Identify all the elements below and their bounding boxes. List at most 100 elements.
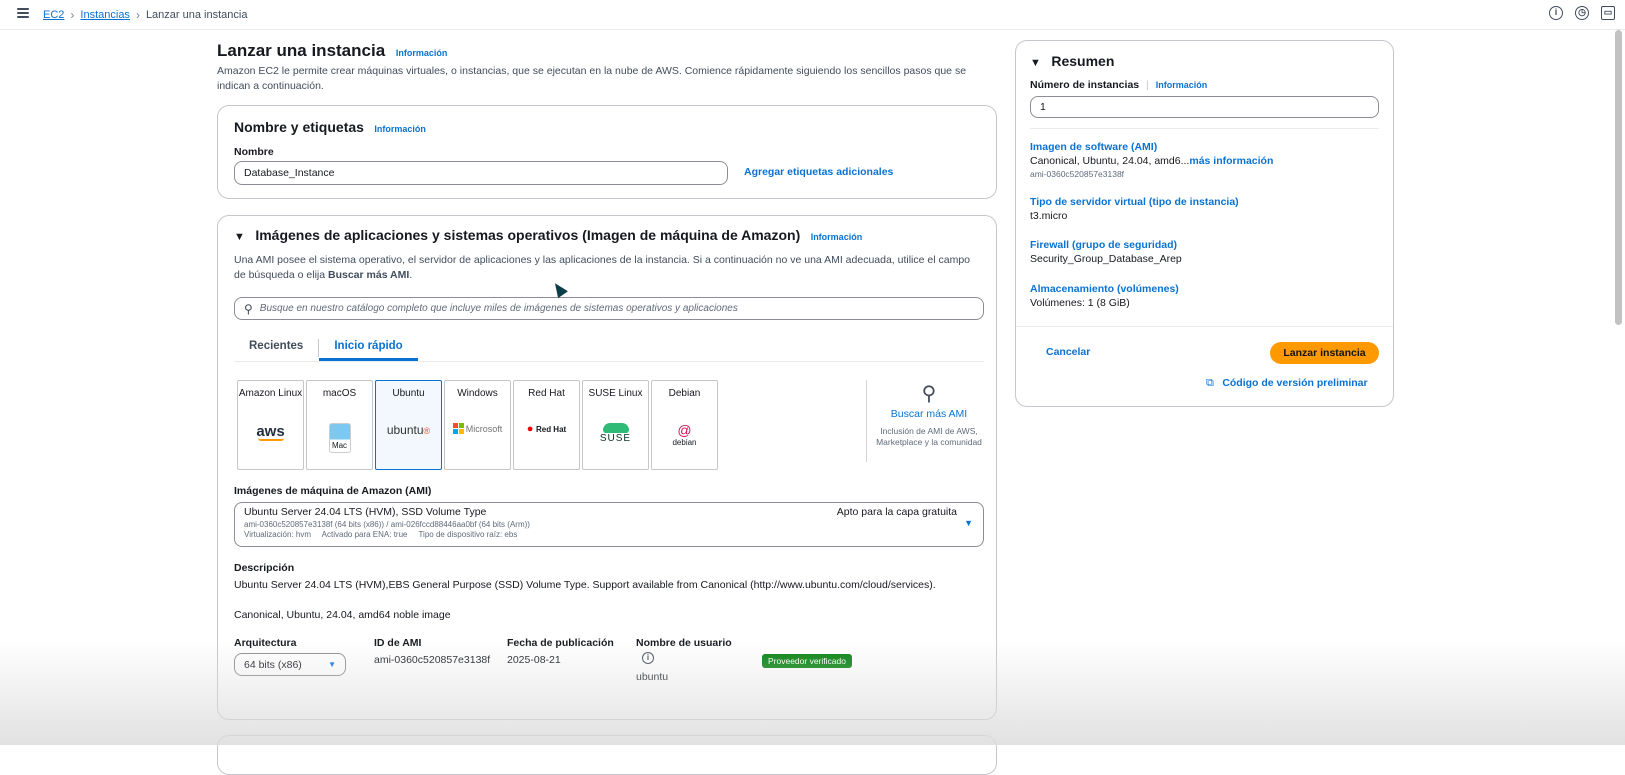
summary-ami-label[interactable]: Imagen de software (AMI) bbox=[1030, 141, 1385, 153]
info-link[interactable]: Información bbox=[811, 232, 863, 242]
chevron-right-icon: › bbox=[135, 8, 140, 22]
name-tags-card: Nombre y etiquetas Información Nombre Da… bbox=[217, 105, 997, 199]
username-value: ubuntu bbox=[636, 671, 669, 683]
screen-icon[interactable]: ▭ bbox=[1601, 6, 1615, 20]
summary-type-label[interactable]: Tipo de servidor virtual (tipo de instan… bbox=[1030, 196, 1239, 208]
instances-label-row: Número de instancias | Información bbox=[1030, 79, 1208, 91]
divider bbox=[866, 380, 867, 462]
instances-label: Número de instancias bbox=[1030, 79, 1140, 91]
breadcrumb: EC2 › Instancias › Lanzar una instancia bbox=[43, 8, 247, 22]
summary-ami-value: Canonical, Ubuntu, 24.04, amd6... bbox=[1030, 155, 1190, 167]
os-name: macOS bbox=[322, 388, 357, 399]
ami-meta: Virtualización: hvm Activado para ENA: t… bbox=[244, 530, 518, 539]
browse-more-ami[interactable]: ⚲ Buscar más AMI Inclusión de AMI de AWS… bbox=[874, 384, 984, 448]
breadcrumb-instances[interactable]: Instancias bbox=[80, 9, 130, 21]
os-tile-debian[interactable]: Debian @ debian bbox=[651, 380, 718, 470]
architecture-label: Arquitectura bbox=[234, 637, 297, 649]
description-label: Descripción bbox=[234, 562, 295, 574]
more-info-link[interactable]: más información bbox=[1189, 155, 1273, 167]
page-title: Lanzar una instancia Información bbox=[217, 41, 447, 61]
os-tile-macos[interactable]: macOS Mac bbox=[306, 380, 373, 470]
divider bbox=[1016, 326, 1393, 327]
info-icon[interactable]: i bbox=[1549, 6, 1563, 20]
cancel-button[interactable]: Cancelar bbox=[1046, 346, 1090, 358]
mac-logo-icon: Mac bbox=[307, 423, 372, 453]
ami-id-label: ID de AMI bbox=[374, 637, 422, 649]
ami-ids: ami-0360c520857e3138f (64 bits (x86)) / … bbox=[244, 520, 530, 529]
os-name: Debian bbox=[668, 388, 701, 399]
page-title-text: Lanzar una instancia bbox=[217, 41, 386, 60]
ami-title: Imágenes de aplicaciones y sistemas oper… bbox=[255, 227, 801, 243]
summary-ami-id: ami-0360c520857e3138f bbox=[1030, 169, 1125, 179]
summary-panel: ▼ Resumen Número de instancias | Informa… bbox=[1015, 40, 1394, 407]
summary-storage-value: Volúmenes: 1 (8 GiB) bbox=[1030, 297, 1130, 309]
os-name: Red Hat bbox=[528, 388, 565, 399]
os-name: Ubuntu bbox=[392, 388, 425, 399]
browse-more-desc: Inclusión de AMI de AWS, Marketplace y l… bbox=[876, 426, 982, 447]
summary-firewall-value: Security_Group_Database_Arep bbox=[1030, 253, 1182, 265]
suse-logo-icon: SUSE bbox=[583, 423, 648, 444]
os-tile-suse[interactable]: SUSE Linux SUSE bbox=[582, 380, 649, 470]
aws-logo-icon: aws bbox=[238, 423, 303, 441]
description-text: Ubuntu Server 24.04 LTS (HVM),EBS Genera… bbox=[234, 579, 936, 591]
preview-code-link[interactable]: ⧉ Código de versión preliminar bbox=[1206, 373, 1368, 391]
chevron-right-icon: › bbox=[70, 8, 75, 22]
ami-description: Una AMI posee el sistema operativo, el s… bbox=[234, 253, 984, 283]
breadcrumb-current: Lanzar una instancia bbox=[145, 9, 248, 21]
instances-input[interactable]: 1 bbox=[1030, 96, 1379, 118]
search-icon: ⚲ bbox=[921, 383, 937, 405]
tab-recientes[interactable]: Recientes bbox=[234, 334, 318, 361]
info-link[interactable]: Información bbox=[374, 124, 426, 134]
ami-tabs: Recientes Inicio rápido bbox=[234, 334, 984, 362]
info-icon[interactable]: i bbox=[642, 652, 654, 664]
architecture-value: 64 bits (x86) bbox=[244, 658, 302, 671]
os-name: SUSE Linux bbox=[588, 388, 643, 399]
description-text-2: Canonical, Ubuntu, 24.04, amd64 noble im… bbox=[234, 609, 451, 621]
os-logo-text: Red Hat bbox=[535, 425, 567, 434]
launch-instance-button[interactable]: Lanzar instancia bbox=[1270, 342, 1379, 364]
caret-down-icon: ▼ bbox=[234, 231, 245, 243]
os-tile-windows[interactable]: Windows Microsoft bbox=[444, 380, 511, 470]
search-placeholder: Busque en nuestro catálogo completo que … bbox=[259, 303, 738, 314]
name-label: Nombre bbox=[234, 146, 274, 158]
os-tile-ubuntu[interactable]: Ubuntu ubuntu® bbox=[375, 380, 442, 470]
summary-ami: Imagen de software (AMI) Canonical, Ubun… bbox=[1030, 141, 1385, 179]
summary-firewall-label[interactable]: Firewall (grupo de seguridad) bbox=[1030, 239, 1182, 251]
microsoft-logo-icon: Microsoft bbox=[445, 423, 510, 434]
os-logo-text: ubuntu bbox=[386, 423, 424, 437]
name-input[interactable]: Database_Instance bbox=[234, 161, 728, 185]
name-tags-header: Nombre y etiquetas Información bbox=[234, 119, 426, 137]
browse-more-link[interactable]: Buscar más AMI bbox=[874, 408, 984, 420]
summary-firewall: Firewall (grupo de seguridad) Security_G… bbox=[1030, 239, 1182, 265]
os-name: Amazon Linux bbox=[238, 388, 303, 399]
name-tags-title: Nombre y etiquetas bbox=[234, 119, 364, 135]
ami-header[interactable]: ▼ Imágenes de aplicaciones y sistemas op… bbox=[234, 227, 862, 245]
publish-date-label: Fecha de publicación bbox=[507, 637, 614, 649]
ami-desc-bold: Buscar más AMI bbox=[328, 269, 410, 281]
add-tags-link[interactable]: Agregar etiquetas adicionales bbox=[744, 166, 893, 178]
ami-desc-suffix: . bbox=[409, 269, 413, 281]
os-tile-redhat[interactable]: Red Hat ● Red Hat bbox=[513, 380, 580, 470]
os-tile-amazon-linux[interactable]: Amazon Linux aws bbox=[237, 380, 304, 470]
ami-id-value: ami-0360c520857e3138f bbox=[374, 654, 491, 666]
tab-inicio-rapido[interactable]: Inicio rápido bbox=[319, 334, 418, 361]
summary-storage-label[interactable]: Almacenamiento (volúmenes) bbox=[1030, 283, 1179, 295]
architecture-select[interactable]: 64 bits (x86) ▼ bbox=[234, 653, 346, 676]
info-link[interactable]: Información bbox=[396, 48, 448, 58]
summary-header[interactable]: ▼ Resumen bbox=[1030, 53, 1114, 71]
ami-search-input[interactable]: ⚲ Busque en nuestro catálogo completo qu… bbox=[234, 297, 984, 320]
summary-instance-type: Tipo de servidor virtual (tipo de instan… bbox=[1030, 196, 1239, 222]
debian-logo-icon: @ debian bbox=[672, 422, 697, 447]
os-logo-text: SUSE bbox=[599, 433, 632, 444]
page-scrollbar[interactable] bbox=[1615, 30, 1622, 325]
clock-icon[interactable]: ◷ bbox=[1575, 6, 1589, 20]
verified-provider-badge: Proveedor verificado bbox=[762, 654, 852, 668]
free-tier-label: Apto para la capa gratuita bbox=[836, 506, 957, 518]
ami-select[interactable]: Ubuntu Server 24.04 LTS (HVM), SSD Volum… bbox=[234, 502, 984, 547]
summary-ami-value-row: Canonical, Ubuntu, 24.04, amd6...más inf… bbox=[1030, 155, 1385, 167]
info-link[interactable]: Información bbox=[1156, 80, 1208, 90]
breadcrumb-ec2[interactable]: EC2 bbox=[43, 9, 64, 21]
publish-date-value: 2025-08-21 bbox=[507, 654, 561, 666]
os-logo-text: debian bbox=[672, 438, 697, 447]
menu-icon[interactable] bbox=[17, 8, 29, 18]
